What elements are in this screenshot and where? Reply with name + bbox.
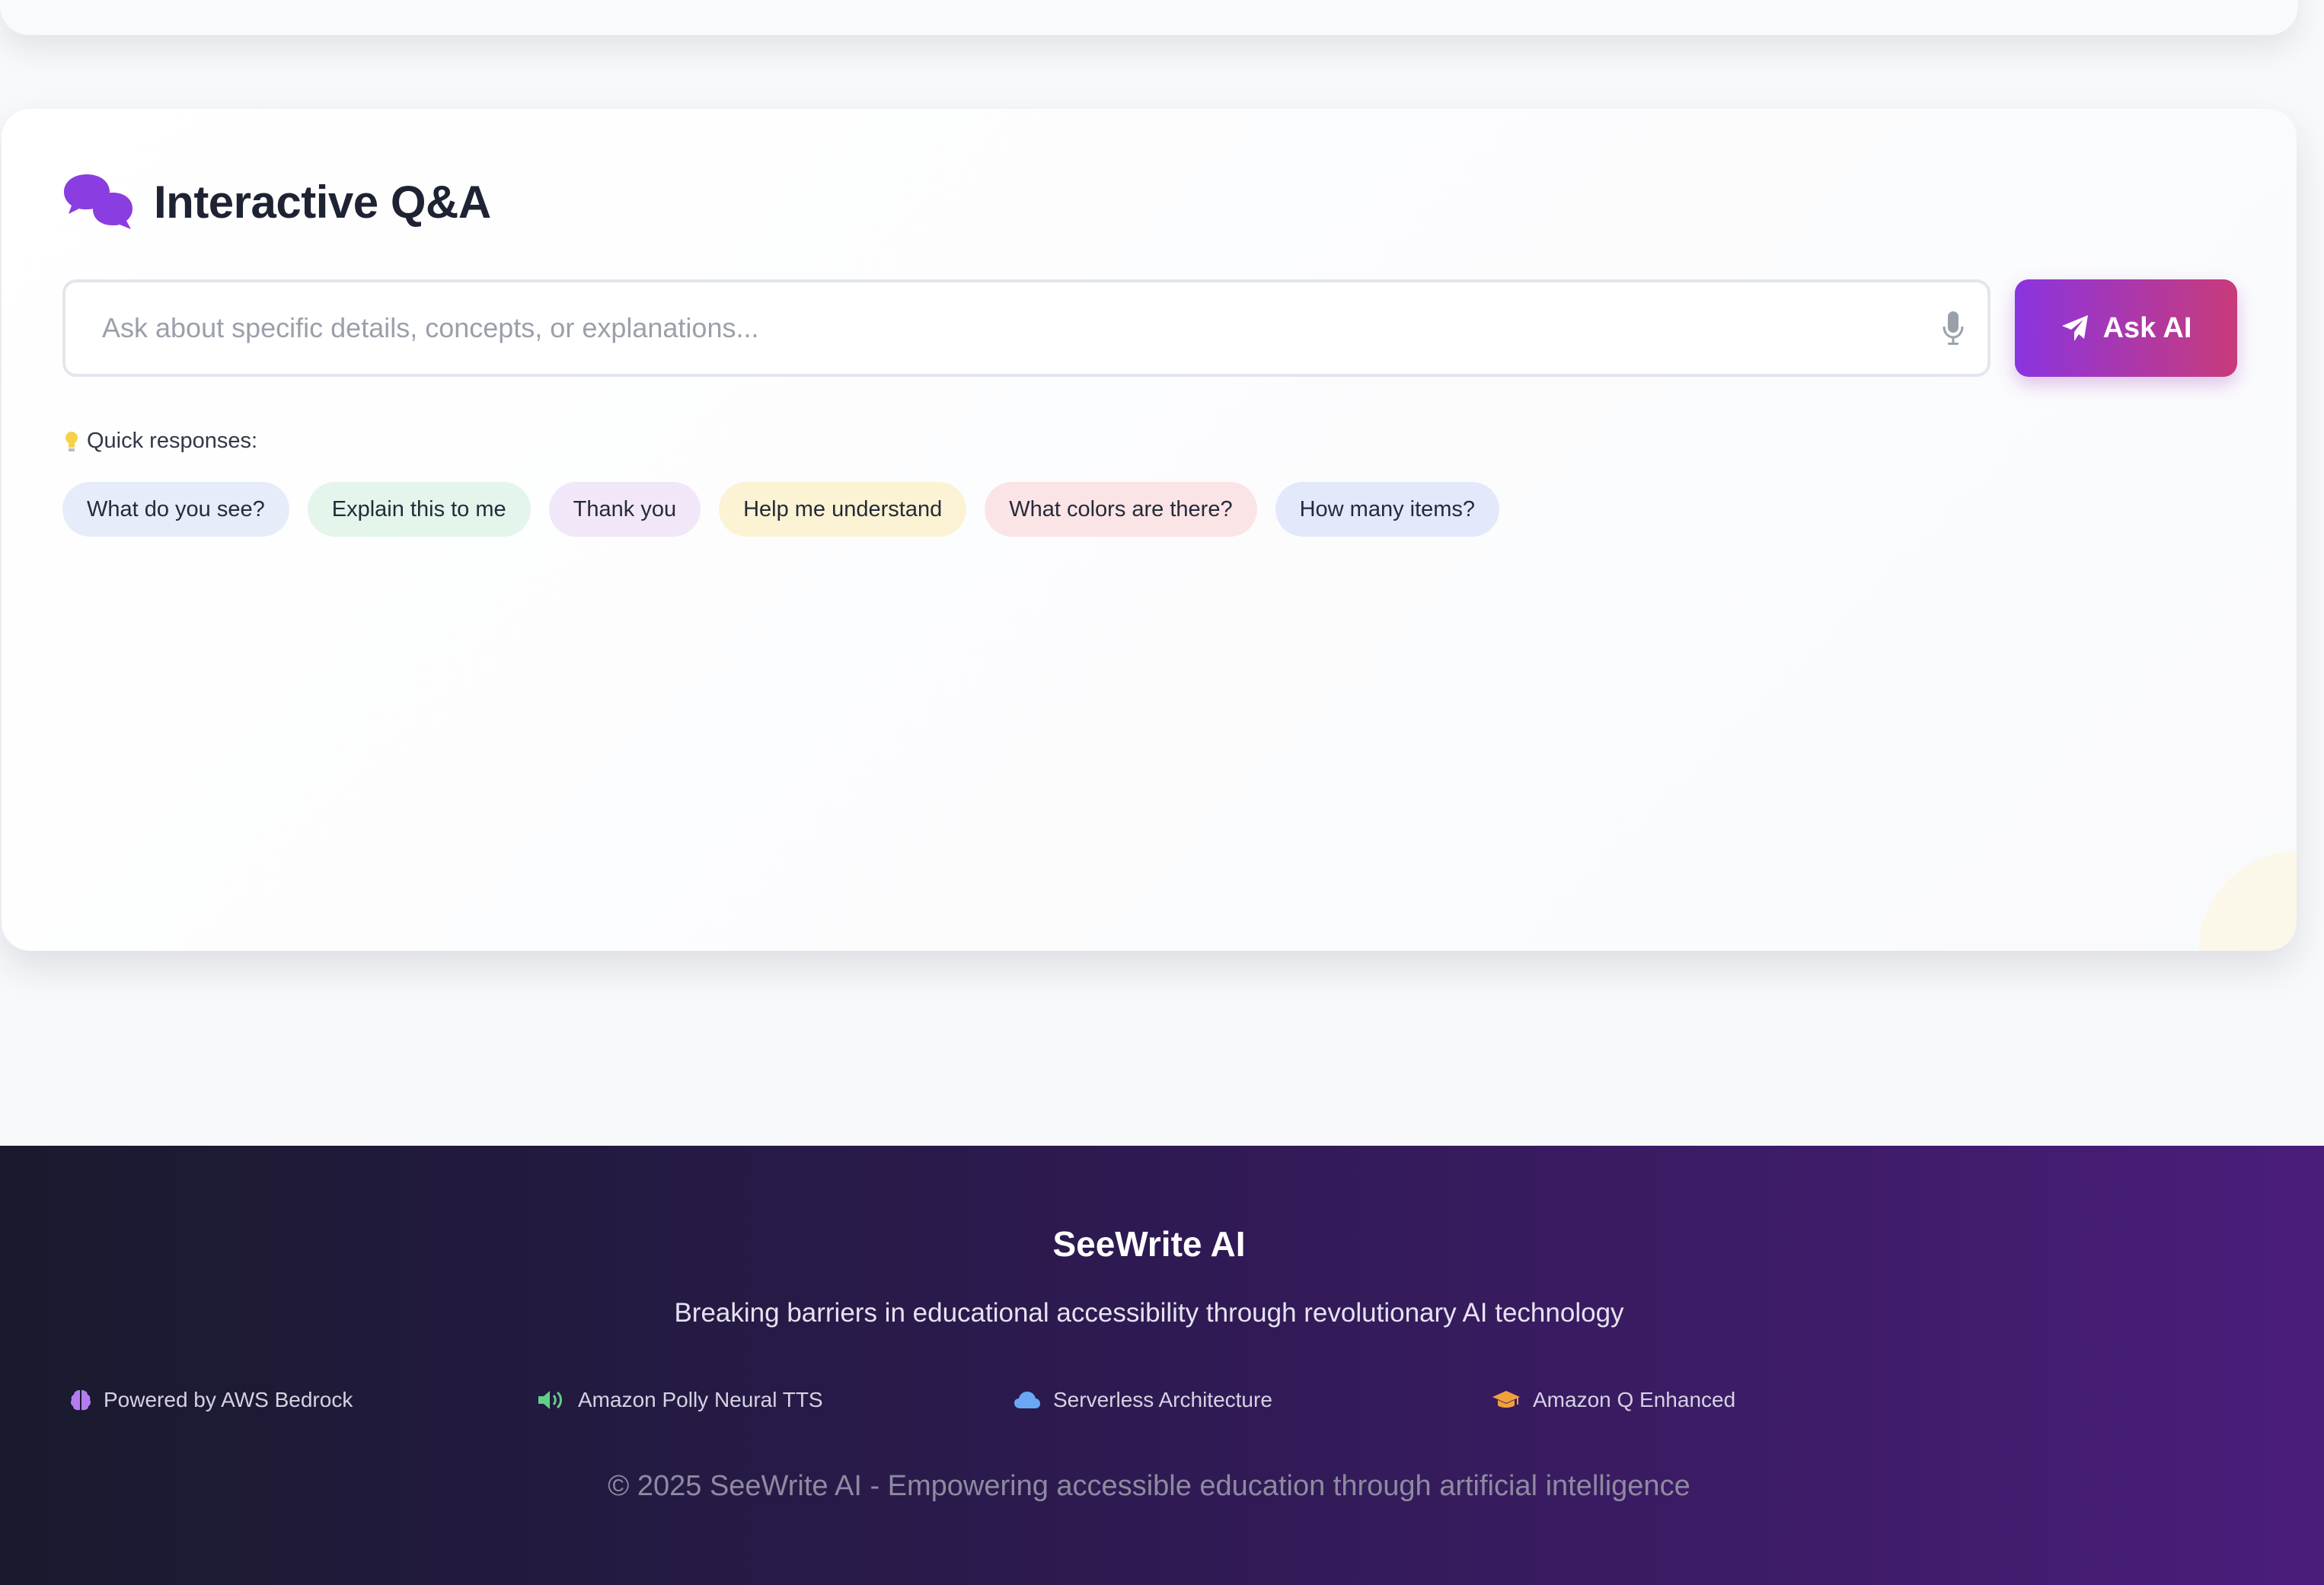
microphone-icon[interactable] (1942, 311, 1965, 346)
feature-aws-bedrock: Powered by AWS Bedrock (70, 1388, 537, 1412)
quick-responses-label-text: Quick responses: (87, 429, 258, 453)
ask-input-wrapper (62, 279, 1990, 377)
footer-brand: SeeWrite AI (1052, 1224, 1246, 1264)
ask-input[interactable] (102, 312, 1951, 344)
quick-response-chip[interactable]: What colors are there? (985, 482, 1257, 537)
previous-section-card (0, 0, 2298, 35)
ask-ai-button-label: Ask AI (2102, 311, 2192, 344)
paper-plane-icon (2061, 315, 2088, 341)
feature-label: Amazon Q Enhanced (1533, 1388, 1736, 1411)
quick-response-chip[interactable]: How many items? (1275, 482, 1500, 537)
footer-copyright: © 2025 SeeWrite AI - Empowering accessib… (608, 1470, 1690, 1502)
quick-response-chips: What do you see? Explain this to me Than… (62, 482, 1518, 537)
feature-serverless: Serverless Architecture (1014, 1388, 1492, 1412)
quick-response-chip[interactable]: What do you see? (62, 482, 289, 537)
decorative-corner-blob (2199, 851, 2297, 951)
brain-icon (70, 1390, 91, 1411)
qa-header: Interactive Q&A (62, 171, 491, 232)
quick-response-chip[interactable]: Thank you (548, 482, 701, 537)
qa-title: Interactive Q&A (154, 176, 491, 228)
cloud-icon (1014, 1392, 1040, 1408)
interactive-qa-card: Interactive Q&A Ask AI Quick responses: … (2, 109, 2297, 951)
ask-ai-button[interactable]: Ask AI (2015, 279, 2237, 377)
feature-amazon-polly: Amazon Polly Neural TTS (537, 1388, 1014, 1412)
feature-label: Powered by AWS Bedrock (104, 1388, 353, 1411)
speaker-icon (538, 1391, 562, 1409)
feature-amazon-q: Amazon Q Enhanced (1492, 1388, 1735, 1412)
graduation-cap-icon (1492, 1391, 1520, 1408)
quick-response-chip[interactable]: Help me understand (719, 482, 967, 537)
feature-label: Amazon Polly Neural TTS (578, 1388, 823, 1411)
footer-features: Powered by AWS Bedrock Amazon Polly Neur… (70, 1388, 1735, 1412)
footer-tagline: Breaking barriers in educational accessi… (674, 1298, 1624, 1328)
feature-label: Serverless Architecture (1053, 1388, 1272, 1411)
lightbulb-icon (65, 431, 78, 451)
site-footer: SeeWrite AI Breaking barriers in educati… (0, 1146, 2324, 1585)
chat-bubbles-icon (64, 174, 132, 229)
quick-responses-label: Quick responses: (64, 429, 257, 454)
quick-response-chip[interactable]: Explain this to me (307, 482, 531, 537)
